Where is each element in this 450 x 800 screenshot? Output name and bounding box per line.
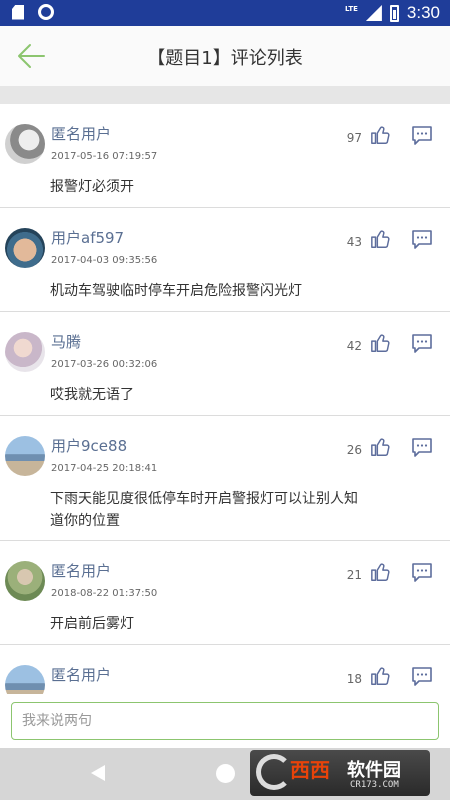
thumbs-up-icon[interactable] [370,124,392,146]
signal-icon [365,5,382,21]
like-count: 42 [346,339,362,353]
comment-reply-icon[interactable] [410,436,434,460]
watermark-c-icon [256,754,292,790]
watermark-name: 西西 [290,758,330,782]
avatar[interactable] [5,561,45,601]
timestamp: 2018-08-22 01:37:50 [51,588,158,599]
comment-input-bar [0,694,450,748]
thumbs-up-icon[interactable] [370,665,392,687]
comment-reply-icon[interactable] [410,124,434,148]
network-type: LTE [345,5,358,13]
comment-text: 机动车驾驶临时停车开启危险报警闪光灯 [50,283,302,299]
sd-card-icon [12,4,24,20]
avatar[interactable] [5,228,45,268]
thumbs-up-icon[interactable] [370,228,392,250]
comment-item: 匿名用户 2017-05-16 07:19:57 报警灯必须开 97 [0,104,450,208]
avatar[interactable] [5,436,45,476]
watermark-logo: 西西 软件园 CR173.COM [250,750,430,796]
comment-text: 报警灯必须开 [50,179,134,195]
comment-item: 匿名用户 2018-08-22 01:37:50 开启前后雾灯 21 [0,541,450,645]
comment-text: 开启前后雾灯 [50,616,134,632]
notification-circle-icon [38,4,54,20]
username[interactable]: 匿名用户 [51,123,111,144]
comment-reply-icon[interactable] [410,665,434,689]
like-count: 26 [346,443,362,457]
avatar[interactable] [5,124,45,164]
comment-item: 用户9ce88 2017-04-25 20:18:41 下雨天能见度很低停车时开… [0,416,450,541]
status-bar: LTE 3:30 [0,0,450,26]
comment-item: 用户af597 2017-04-03 09:35:56 机动车驾驶临时停车开启危… [0,208,450,312]
timestamp: 2017-05-16 07:19:57 [51,151,158,162]
thumbs-up-icon[interactable] [370,332,392,354]
timestamp: 2017-04-25 20:18:41 [51,463,158,474]
comment-reply-icon[interactable] [410,228,434,252]
avatar[interactable] [5,665,45,694]
page-title: 【题目1】评论列表 [147,48,303,69]
like-count: 97 [346,131,362,145]
username[interactable]: 匿名用户 [51,560,111,581]
nav-home-icon[interactable] [216,764,235,783]
username[interactable]: 用户9ce88 [51,435,127,456]
clock: 3:30 [406,3,440,22]
app-bar: 【题目1】评论列表 [0,26,450,86]
comment-item: 匿名用户 18 [0,645,450,694]
comment-reply-icon[interactable] [410,561,434,585]
watermark-name-2: 软件园 [347,760,401,781]
like-count: 43 [346,235,362,249]
username[interactable]: 用户af597 [51,227,124,248]
navigation-bar: 西西 软件园 CR173.COM [0,748,450,800]
comment-text: 哎我就无语了 [50,387,134,403]
timestamp: 2017-04-03 09:35:56 [51,255,158,266]
username[interactable]: 匿名用户 [51,664,111,685]
thumbs-up-icon[interactable] [370,436,392,458]
watermark-url: CR173.COM [350,780,399,790]
comment-list[interactable]: 匿名用户 2017-05-16 07:19:57 报警灯必须开 97 用户af5… [0,104,450,694]
like-count: 21 [346,568,362,582]
timestamp: 2017-03-26 00:32:06 [51,359,158,370]
username[interactable]: 马腾 [51,331,81,352]
comment-text: 下雨天能见度很低停车时开启警报灯可以让别人知道你的位置 [50,491,358,529]
thumbs-up-icon[interactable] [370,561,392,583]
comment-reply-icon[interactable] [410,332,434,356]
comment-item: 马腾 2017-03-26 00:32:06 哎我就无语了 42 [0,312,450,416]
comment-input[interactable] [11,702,439,740]
like-count: 18 [346,672,362,686]
nav-back-icon[interactable] [89,764,107,782]
avatar[interactable] [5,332,45,372]
battery-icon [389,4,399,22]
divider-strip [0,86,450,104]
